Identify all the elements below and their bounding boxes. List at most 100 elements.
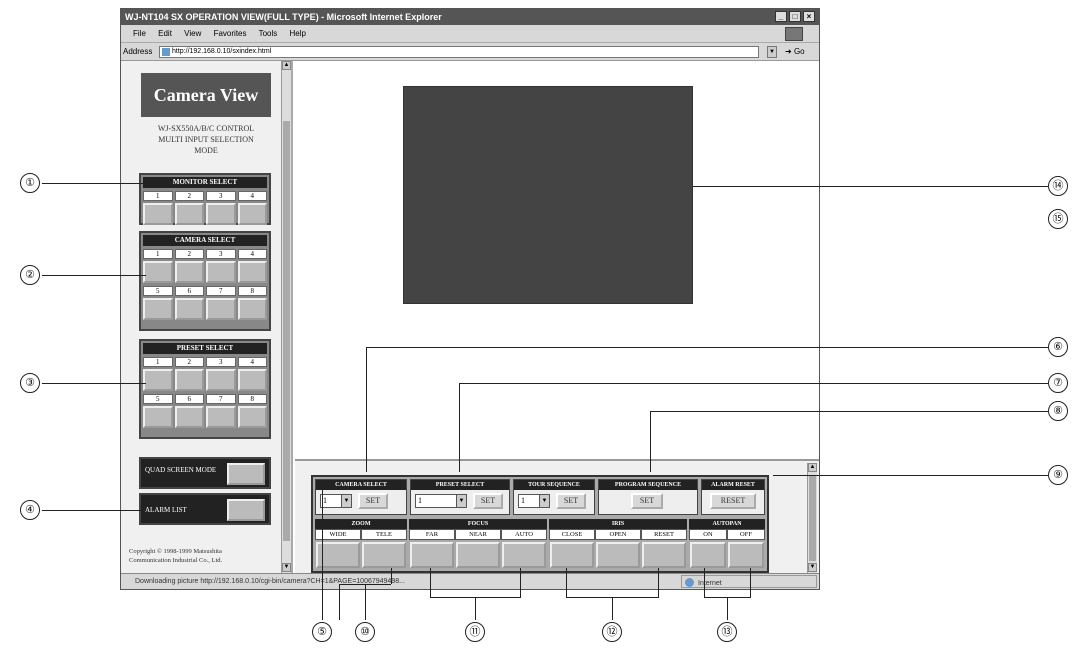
callout-line <box>322 490 323 620</box>
control-frame-scrollbar[interactable]: ▲ ▼ <box>807 463 817 573</box>
copyright-line: Copyright © 1998-1999 Matsushita <box>129 548 222 555</box>
monitor-select-title: MONITOR SELECT <box>143 177 267 188</box>
scroll-thumb[interactable] <box>283 121 290 541</box>
address-input[interactable]: http://192.168.0.10/sxindex.html <box>159 46 759 58</box>
page-icon <box>162 48 170 56</box>
monitor-1-button[interactable] <box>143 203 173 225</box>
autopan-on-button[interactable] <box>690 542 726 568</box>
preset-7-button[interactable] <box>206 406 236 428</box>
mode-description: WJ-SX550A/B/C CONTROL MULTI INPUT SELECT… <box>131 123 281 156</box>
callout-line <box>750 568 751 598</box>
zoom-tele-button[interactable] <box>362 542 406 568</box>
go-button[interactable]: ➜ Go <box>785 43 805 61</box>
preset-number: 6 <box>174 394 204 404</box>
status-bar: Downloading picture http://192.168.0.10/… <box>121 573 819 589</box>
minimize-button[interactable]: _ <box>775 11 787 22</box>
quad-screen-button[interactable] <box>227 463 265 485</box>
chevron-down-icon: ▼ <box>539 495 549 507</box>
preset-2-button[interactable] <box>174 369 204 391</box>
camera-view-logo: Camera View <box>141 73 271 117</box>
camera-6-button[interactable] <box>174 298 204 320</box>
menu-tools[interactable]: Tools <box>259 29 278 38</box>
preset-select-value: 1 <box>418 496 422 505</box>
preset-select-dropdown[interactable]: 1 ▼ <box>415 494 467 508</box>
tour-sequence-title: TOUR SEQUENCE <box>514 480 594 490</box>
address-label: Address <box>123 47 153 56</box>
focus-far-button[interactable] <box>410 542 454 568</box>
callout-4: ④ <box>20 500 40 520</box>
camera-8-button[interactable] <box>237 298 267 320</box>
callout-line <box>365 584 366 620</box>
monitor-3-button[interactable] <box>206 203 236 225</box>
focus-auto-button[interactable] <box>502 542 546 568</box>
camera-select-value: 1 <box>323 496 327 505</box>
scroll-down-icon[interactable]: ▼ <box>282 563 291 572</box>
autopan-title: AUTOPAN <box>689 519 765 529</box>
alarm-list-button[interactable] <box>227 499 265 521</box>
focus-near-label: NEAR <box>455 529 501 540</box>
preset-6-button[interactable] <box>174 406 204 428</box>
address-bar: Address http://192.168.0.10/sxindex.html… <box>121 43 819 61</box>
menu-favorites[interactable]: Favorites <box>214 29 247 38</box>
scroll-down-icon[interactable]: ▼ <box>808 563 817 572</box>
camera-5-button[interactable] <box>143 298 173 320</box>
autopan-off-button[interactable] <box>728 542 764 568</box>
program-sequence-group: PROGRAM SEQUENCE SET <box>598 479 698 515</box>
callout-3: ③ <box>20 373 40 393</box>
callout-line <box>42 383 146 384</box>
camera-set-button[interactable]: SET <box>358 493 388 509</box>
preset-5-button[interactable] <box>143 406 173 428</box>
camera-number: 6 <box>174 286 204 296</box>
iris-close-label: CLOSE <box>549 529 595 540</box>
camera-4-button[interactable] <box>237 261 267 283</box>
iris-open-button[interactable] <box>596 542 640 568</box>
camera-3-button[interactable] <box>206 261 236 283</box>
monitor-2-button[interactable] <box>174 203 204 225</box>
preset-1-button[interactable] <box>143 369 173 391</box>
alarm-reset-button[interactable]: RESET <box>710 493 756 509</box>
menu-view[interactable]: View <box>184 29 201 38</box>
copyright-line: Communication Industrial Co., Ltd. <box>129 557 223 564</box>
program-sequence-title: PROGRAM SEQUENCE <box>599 480 697 490</box>
mode-line: MODE <box>194 146 218 155</box>
tour-set-button[interactable]: SET <box>556 493 586 509</box>
chevron-down-icon: ▼ <box>456 495 466 507</box>
preset-select-title: PRESET SELECT <box>143 343 267 354</box>
camera-select-dropdown[interactable]: 1 ▼ <box>320 494 352 508</box>
preset-4-button[interactable] <box>237 369 267 391</box>
scroll-up-icon[interactable]: ▲ <box>808 463 817 472</box>
iris-reset-button[interactable] <box>642 542 686 568</box>
scroll-up-icon[interactable]: ▲ <box>282 61 291 70</box>
focus-title: FOCUS <box>409 519 547 529</box>
close-button[interactable]: × <box>803 11 815 22</box>
camera-number: 1 <box>143 249 173 259</box>
security-zone: Internet <box>681 575 817 588</box>
camera-7-button[interactable] <box>206 298 236 320</box>
tour-sequence-dropdown[interactable]: 1 ▼ <box>518 494 550 508</box>
address-url: http://192.168.0.10/sxindex.html <box>172 48 272 55</box>
camera-1-button[interactable] <box>143 261 173 283</box>
address-dropdown-icon[interactable]: ▼ <box>767 46 777 58</box>
monitor-4-button[interactable] <box>237 203 267 225</box>
preset-number: 3 <box>206 357 236 367</box>
scroll-thumb[interactable] <box>809 475 816 561</box>
preset-set-button[interactable]: SET <box>473 493 503 509</box>
menu-help[interactable]: Help <box>290 29 306 38</box>
menu-edit[interactable]: Edit <box>158 29 172 38</box>
iris-open-label: OPEN <box>595 529 641 540</box>
copyright: Copyright © 1998-1999 Matsushita Communi… <box>129 547 279 565</box>
left-frame-scrollbar[interactable]: ▲ ▼ <box>281 61 291 573</box>
preset-3-button[interactable] <box>206 369 236 391</box>
camera-number: 5 <box>143 286 173 296</box>
menu-file[interactable]: File <box>133 29 146 38</box>
camera-2-button[interactable] <box>174 261 204 283</box>
monitor-number: 4 <box>237 191 267 201</box>
preset-select-title: PRESET SELECT <box>411 480 509 490</box>
preset-8-button[interactable] <box>237 406 267 428</box>
callout-line <box>459 383 460 472</box>
program-set-button[interactable]: SET <box>631 493 663 509</box>
focus-near-button[interactable] <box>456 542 500 568</box>
maximize-button[interactable]: □ <box>789 11 801 22</box>
iris-close-button[interactable] <box>550 542 594 568</box>
quad-screen-label: QUAD SCREEN MODE <box>145 466 217 474</box>
